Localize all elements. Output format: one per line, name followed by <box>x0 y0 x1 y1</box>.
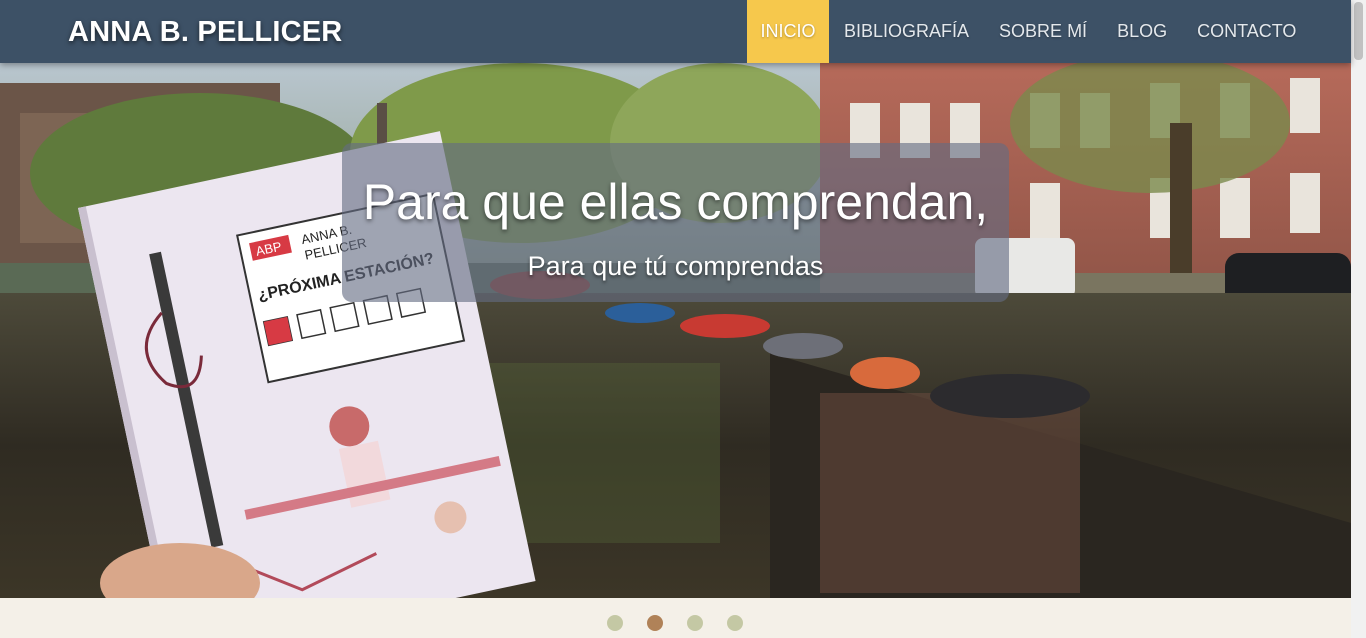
hero-title: Para que ellas comprendan, <box>362 174 989 230</box>
carousel-dot-4[interactable] <box>727 615 743 631</box>
page-scrollbar[interactable] <box>1351 0 1366 638</box>
hero-subtitle: Para que tú comprendas <box>527 251 824 281</box>
nav-item-blog[interactable]: BLOG <box>1102 0 1182 63</box>
main-nav: INICIO BIBLIOGRAFÍA SOBRE MÍ BLOG CONTAC… <box>747 0 1311 63</box>
carousel-dot-2[interactable] <box>647 615 663 631</box>
nav-item-inicio[interactable]: INICIO <box>747 0 829 63</box>
hero-caption: Para que ellas comprendan, Para que tú c… <box>342 143 1009 302</box>
hero-carousel[interactable]: ABP ANNA B. PELLICER ¿PRÓXIMA ESTACIÓN? … <box>0 63 1351 598</box>
carousel-dot-3[interactable] <box>687 615 703 631</box>
nav-item-contacto[interactable]: CONTACTO <box>1182 0 1311 63</box>
carousel-indicators <box>607 615 743 631</box>
carousel-dot-1[interactable] <box>607 615 623 631</box>
site-brand[interactable]: ANNA B. PELLICER <box>68 16 342 49</box>
scrollbar-thumb[interactable] <box>1354 2 1363 60</box>
nav-item-sobre-mi[interactable]: SOBRE MÍ <box>984 0 1102 63</box>
nav-item-bibliografia[interactable]: BIBLIOGRAFÍA <box>829 0 984 63</box>
top-navbar: ANNA B. PELLICER INICIO BIBLIOGRAFÍA SOB… <box>0 0 1351 63</box>
